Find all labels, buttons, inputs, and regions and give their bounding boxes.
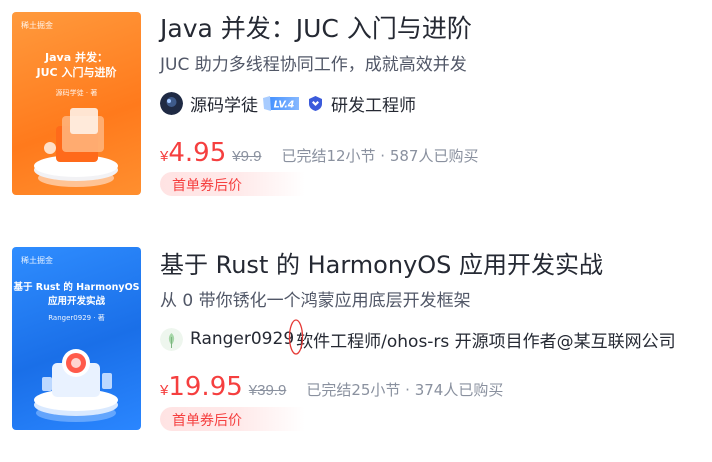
author-role: 研发工程师 — [331, 95, 416, 116]
course-subtitle: JUC 助力多线程协同工作，成就高效并发 — [160, 55, 467, 75]
coupon-tag: 首单券后价 — [160, 172, 305, 196]
cover-title: Java 并发： JUC 入门与进阶 — [36, 51, 117, 79]
course-subtitle: 从 0 带你锈化一个鸿蒙应用底层开发框架 — [160, 291, 471, 311]
course-meta: 已完结25小节 · 374人已购买 — [306, 381, 504, 399]
current-price: 19.95 — [168, 372, 243, 402]
original-price: ¥9.9 — [232, 148, 262, 165]
coupon-tag: 首单券后价 — [160, 407, 305, 431]
course-card-rust-harmonyos[interactable]: 稀土掘金 基于 Rust 的 HarmonyOS 应用开发实战 Ranger09… — [0, 236, 712, 436]
course-card-juc[interactable]: 稀土掘金 Java 并发： JUC 入门与进阶 源码学徒 · 著 Java 并发… — [0, 0, 712, 200]
cover-author: Ranger0929 · 著 — [48, 314, 105, 322]
cover-brand-label: 稀土掘金 — [21, 21, 53, 30]
course-cover-image[interactable]: 稀土掘金 基于 Rust 的 HarmonyOS 应用开发实战 Ranger09… — [12, 247, 141, 430]
coupon-label: 首单券后价 — [172, 178, 242, 194]
author-name[interactable]: Ranger0929 — [190, 329, 294, 349]
cover-author: 源码学徒 · 著 — [55, 89, 98, 97]
course-meta: 已完结12小节 · 587人已购买 — [281, 147, 479, 165]
price-currency: ¥ — [160, 382, 169, 399]
course-title[interactable]: 基于 Rust 的 HarmonyOS 应用开发实战 — [160, 249, 603, 281]
cover-brand-label: 稀土掘金 — [21, 256, 53, 265]
current-price: 4.95 — [168, 138, 227, 168]
annotation-ellipse-icon — [288, 319, 304, 355]
verified-shield-icon — [309, 95, 322, 111]
price-row: ¥ 4.95 ¥9.9 已完结12小节 · 587人已购买 — [160, 138, 478, 168]
author-row: Ranger0929 软件工程师/ohos-rs 开源项目作者@某互联网公司 — [160, 326, 676, 352]
cover-illustration-icon — [34, 108, 118, 187]
price-row: ¥ 19.95 ¥39.9 已完结25小节 · 374人已购买 — [160, 372, 503, 402]
cover-illustration-icon — [34, 349, 118, 422]
coupon-label: 首单券后价 — [172, 413, 242, 429]
author-avatar[interactable] — [160, 91, 183, 115]
price-currency: ¥ — [160, 148, 169, 165]
author-row: 源码学徒 LV.4 研发工程师 — [160, 90, 416, 116]
author-name[interactable]: 源码学徒 — [190, 91, 258, 116]
cover-title: 基于 Rust 的 HarmonyOS 应用开发实战 — [13, 282, 140, 307]
svg-text:LV.4: LV.4 — [274, 99, 295, 110]
course-title[interactable]: Java 并发：JUC 入门与进阶 — [160, 13, 472, 45]
course-cover-image[interactable]: 稀土掘金 Java 并发： JUC 入门与进阶 源码学徒 · 著 — [12, 12, 141, 195]
original-price: ¥39.9 — [248, 382, 287, 399]
level-badge-icon: LV.4 — [263, 95, 299, 111]
author-avatar[interactable] — [160, 327, 183, 351]
author-role: 软件工程师/ohos-rs 开源项目作者@某互联网公司 — [296, 331, 676, 352]
